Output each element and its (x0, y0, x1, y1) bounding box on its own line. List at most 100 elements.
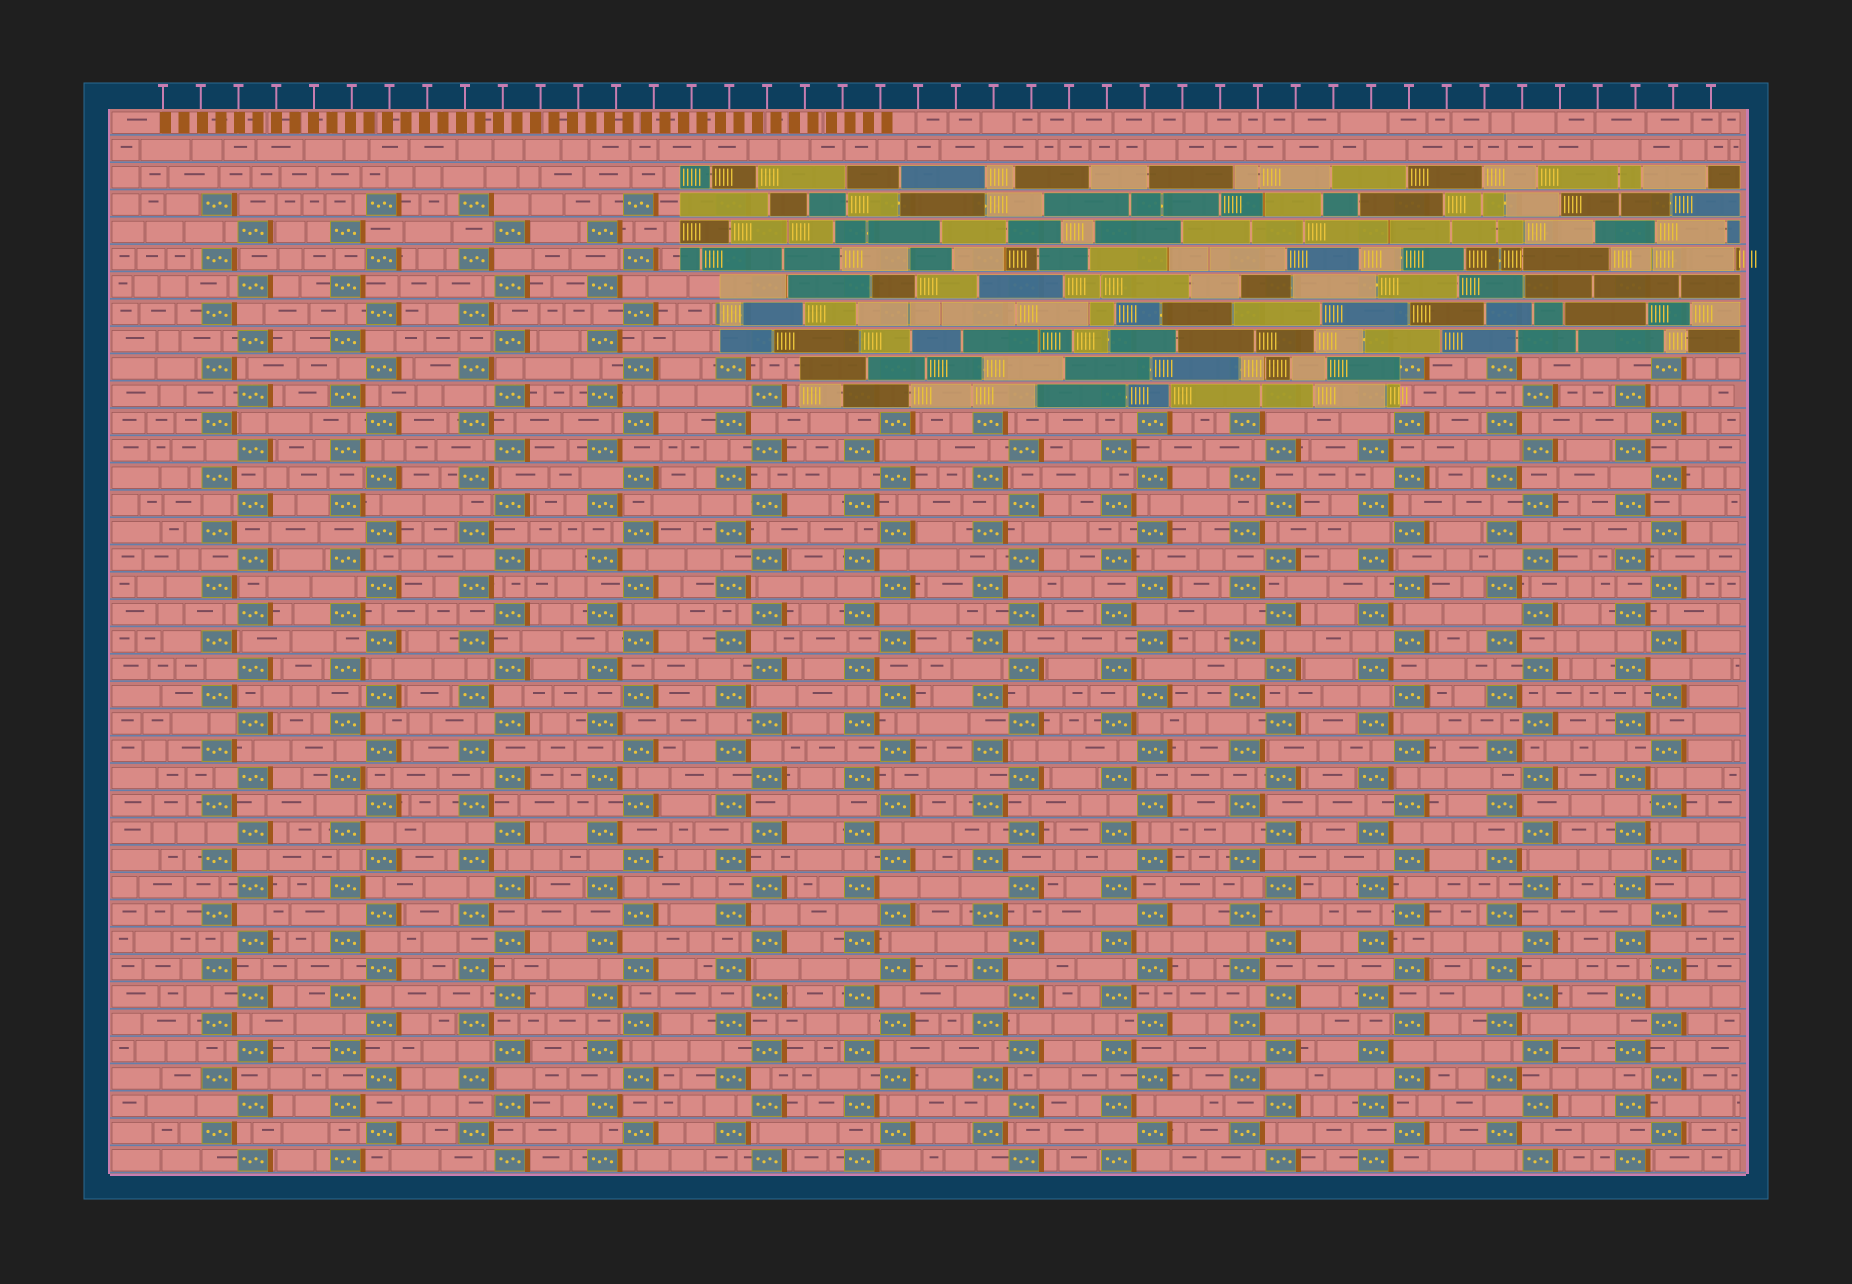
std-cell (485, 166, 518, 189)
via-dot (340, 341, 345, 345)
via-dot (866, 832, 871, 836)
std-cell (1323, 1012, 1359, 1035)
via-dot (260, 231, 264, 235)
macro-cell (623, 903, 654, 926)
cell-wire (732, 773, 753, 776)
via-dot (1655, 638, 1660, 642)
macro-cell (587, 657, 618, 681)
via-dot (732, 802, 736, 806)
std-cell (111, 903, 146, 926)
cell-wire (313, 255, 326, 258)
via-dot (481, 914, 485, 918)
via-dot (260, 504, 264, 509)
macro-cell (1394, 794, 1425, 817)
cell-wire (366, 282, 386, 285)
macro-edge (1039, 657, 1044, 681)
macro-edge (617, 384, 623, 408)
cell-wire (641, 173, 656, 176)
std-cell (180, 330, 222, 353)
macro-edge (617, 602, 623, 626)
cell-wire (955, 446, 975, 449)
macro-cell (1358, 439, 1389, 462)
via-dot (376, 259, 381, 263)
std-cell (1059, 139, 1090, 161)
macro-cell (1651, 630, 1682, 653)
macro-edge (525, 711, 530, 736)
via-dot (854, 777, 859, 782)
via-dot (334, 720, 339, 724)
std-cell (136, 575, 165, 598)
via-dot (1655, 529, 1660, 533)
std-cell (710, 985, 743, 1008)
cell-wire (125, 610, 145, 613)
via-dot (1031, 504, 1035, 509)
via-dot (1673, 477, 1678, 481)
cell-wire (718, 145, 736, 148)
std-cell (816, 1040, 839, 1063)
macro-cell (1265, 657, 1297, 681)
via-dot (1509, 750, 1513, 754)
macro-cell (1101, 766, 1132, 790)
via-dot (597, 395, 602, 399)
io-pin (539, 84, 542, 110)
std-cell (1073, 111, 1113, 134)
macro-edge (1517, 466, 1522, 490)
via-dot (469, 914, 473, 918)
cell-wire (298, 828, 312, 831)
via-dot (1141, 474, 1146, 478)
std-cell (1581, 412, 1626, 434)
via-dot (1545, 941, 1549, 946)
macro-edge (1424, 575, 1430, 599)
macro-edge (1039, 602, 1044, 626)
via-dot (1147, 641, 1152, 645)
cell-wire (1303, 883, 1314, 886)
std-cell (161, 1149, 201, 1172)
std-cell (1566, 767, 1608, 790)
std-cell (1178, 985, 1216, 1008)
via-dot (1491, 693, 1495, 697)
via-dot (1270, 720, 1274, 724)
via-dot (1123, 504, 1128, 509)
via-dot (597, 341, 602, 345)
std-cell (111, 685, 161, 708)
std-cell (414, 166, 442, 189)
std-cell (1688, 685, 1739, 708)
via-dot (995, 805, 999, 809)
cell-wire (212, 555, 229, 558)
std-cell (1555, 630, 1578, 653)
via-dot (639, 747, 644, 751)
std-cell (159, 275, 187, 298)
via-dot (1362, 665, 1367, 669)
io-pin-cap (1555, 84, 1565, 87)
macro-edge (396, 520, 402, 544)
via-dot (645, 805, 650, 809)
via-dot (1497, 750, 1501, 754)
std-cell (1172, 821, 1194, 844)
via-dot (1661, 859, 1666, 864)
macro-cell (1615, 821, 1646, 844)
macro-edge (360, 930, 366, 954)
cell-wire (1718, 555, 1733, 558)
std-cell (111, 466, 160, 489)
via-dot (1123, 887, 1128, 891)
std-cell (847, 412, 880, 434)
via-dot (1410, 802, 1415, 806)
via-dot (1539, 611, 1543, 615)
std-cell (877, 139, 906, 161)
macro-cell (458, 685, 490, 708)
cell-wire (197, 391, 214, 394)
macro-cell (587, 439, 618, 462)
macro-edge (525, 602, 530, 626)
via-dot (1503, 856, 1507, 861)
cell-wire (331, 173, 349, 176)
via-dot (977, 911, 981, 915)
via-dot (370, 583, 375, 588)
std-cell (1428, 985, 1464, 1008)
std-cell (111, 521, 161, 544)
macro-edge (489, 411, 494, 435)
std-cell (238, 193, 276, 216)
std-cell (276, 1149, 315, 1172)
cell-wire (181, 746, 201, 749)
io-pin (1483, 84, 1486, 110)
cell-wire (550, 883, 571, 886)
